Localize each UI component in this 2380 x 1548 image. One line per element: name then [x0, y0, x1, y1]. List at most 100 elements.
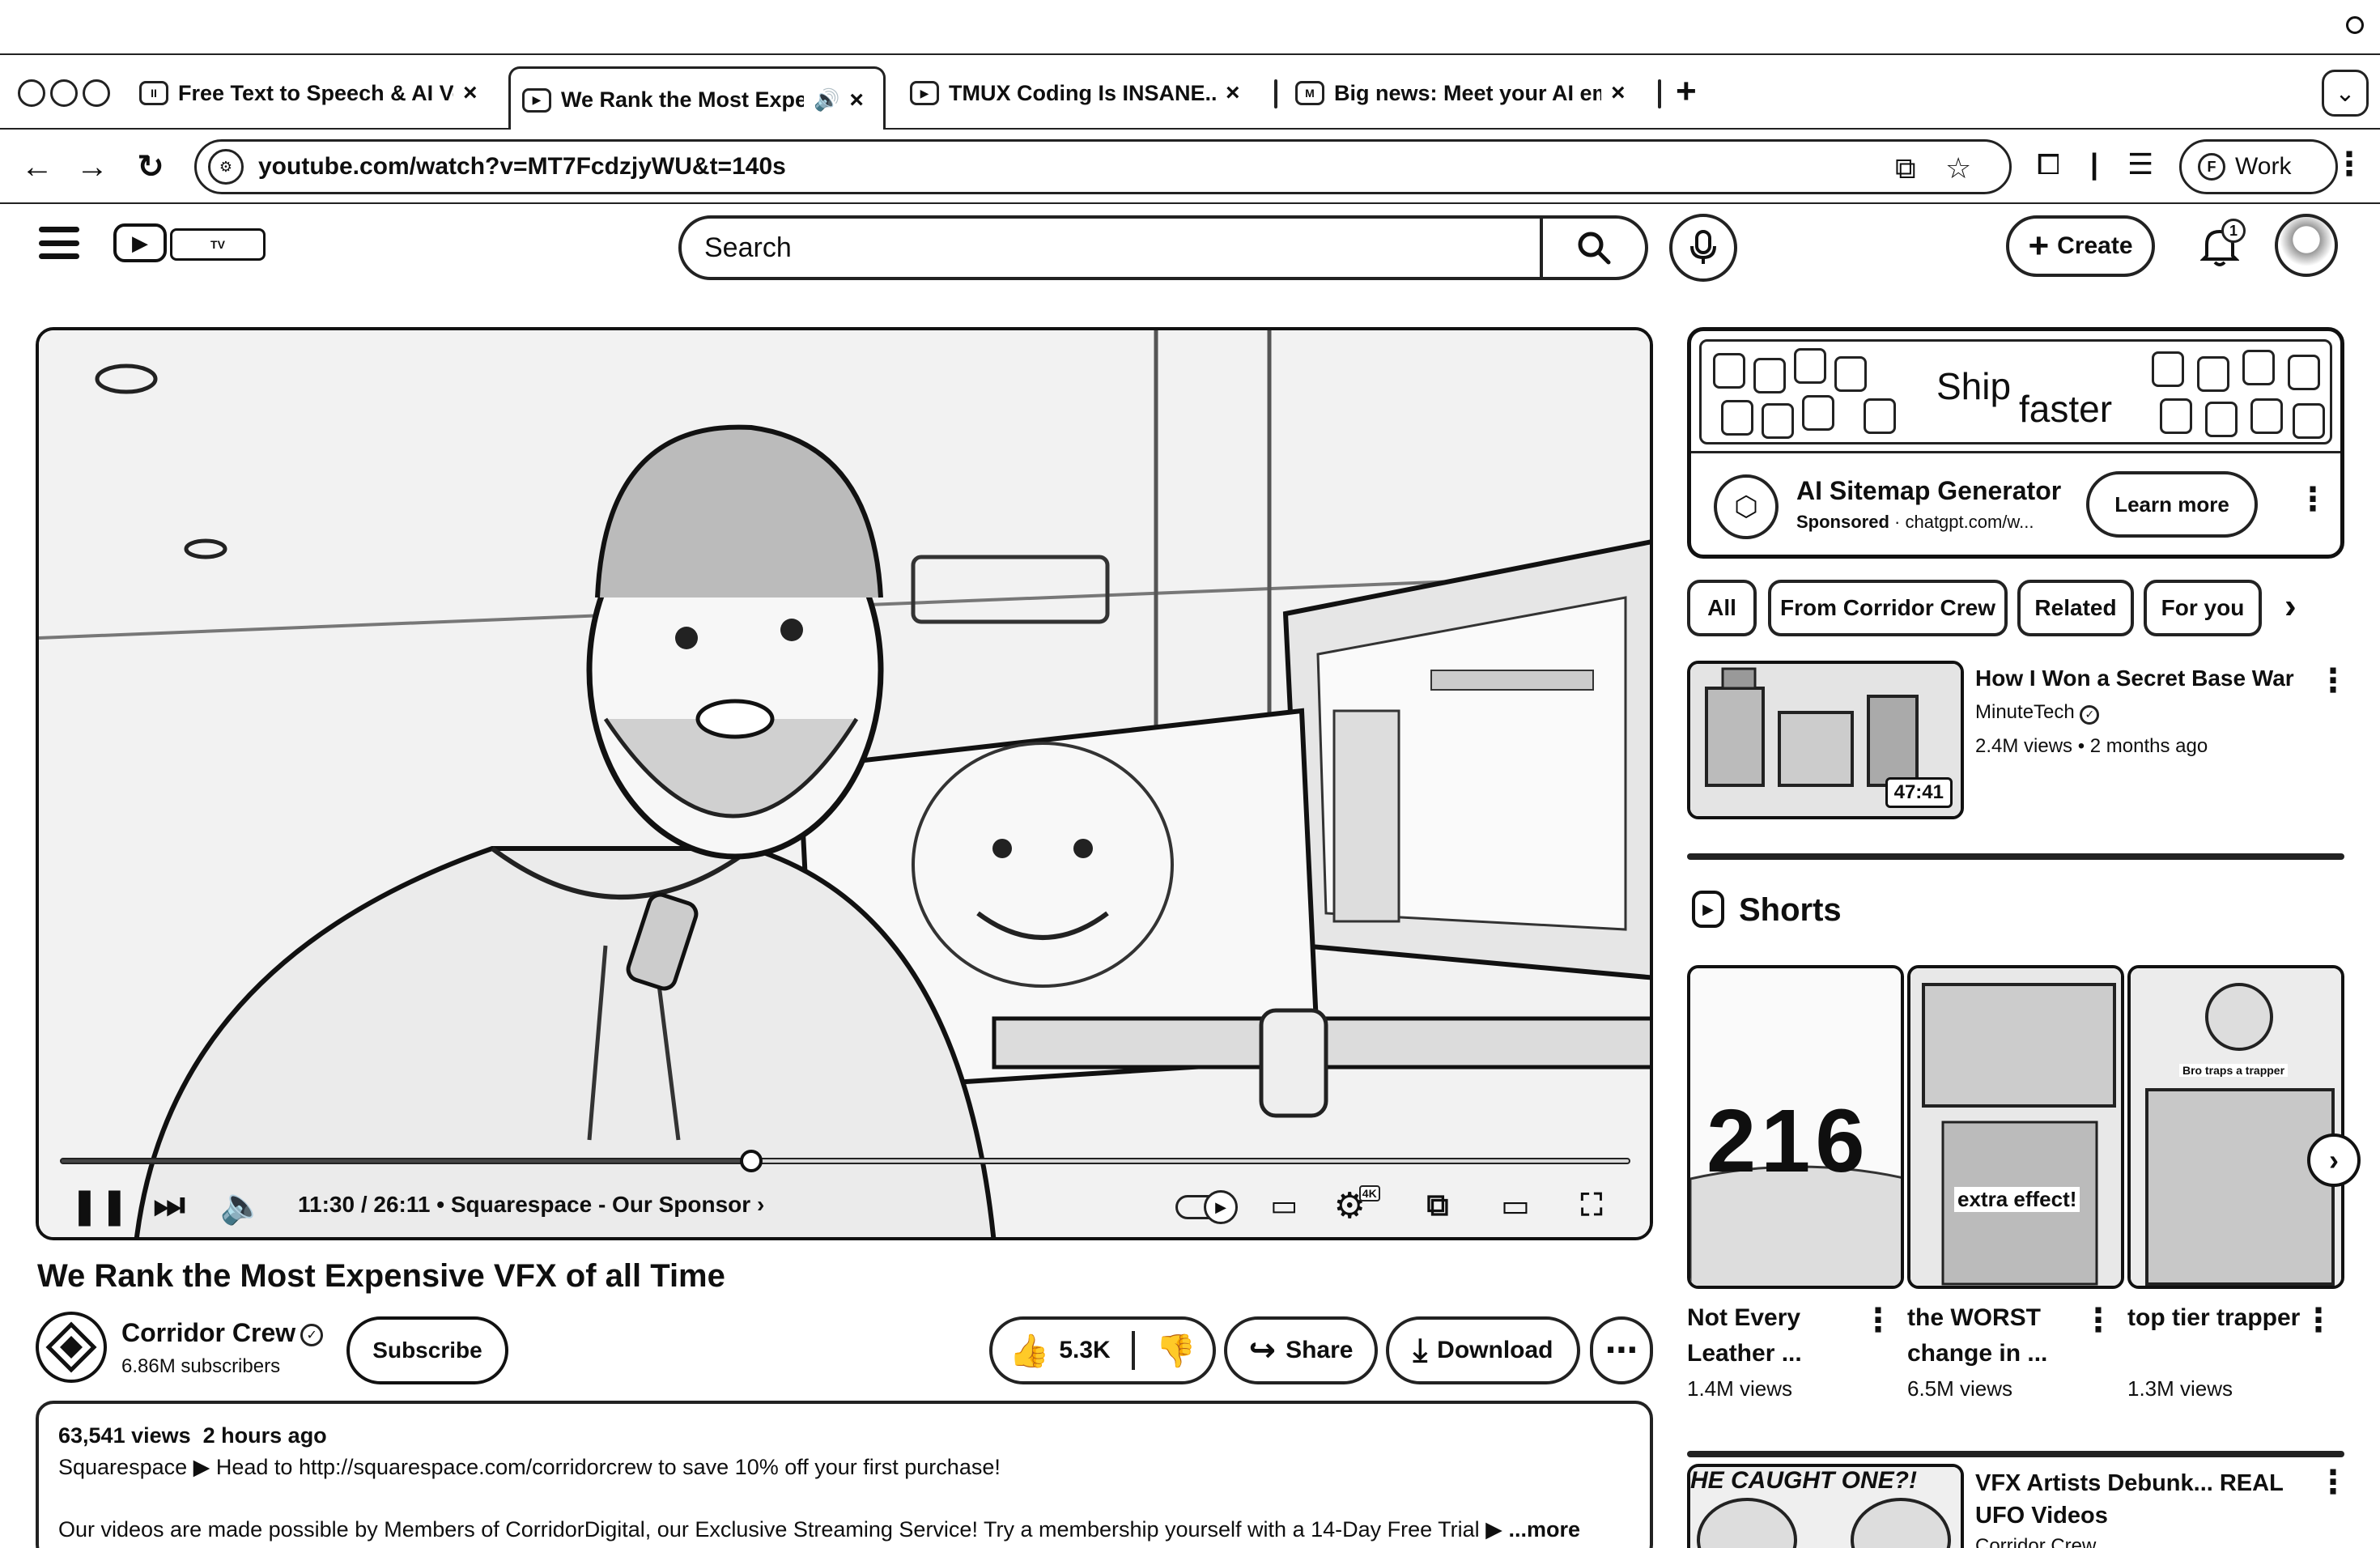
- window-minimize-button[interactable]: [50, 79, 78, 107]
- video-menu-kebab-icon[interactable]: ⋮: [2317, 1464, 2349, 1501]
- reload-icon[interactable]: ↻: [130, 146, 172, 188]
- video-scrubber-handle[interactable]: [739, 1150, 763, 1172]
- like-count[interactable]: 5.3K: [1059, 1337, 1110, 1364]
- tab-close-icon[interactable]: ×: [1611, 79, 1626, 107]
- short-thumbnail[interactable]: Bro traps a trapper: [2127, 965, 2344, 1289]
- chip-from-corridor-crew[interactable]: From Corridor Crew: [1768, 580, 2008, 636]
- short-title[interactable]: top tier trapper: [2127, 1300, 2306, 1336]
- short-overlay-text: Bro traps a trapper: [2179, 1064, 2289, 1077]
- new-tab-plus-icon[interactable]: +: [1676, 71, 1697, 112]
- window-top-strip: [0, 0, 2380, 53]
- short-title[interactable]: the WORST change in ...: [1907, 1300, 2085, 1372]
- short-thumbnail[interactable]: extra effect!: [1907, 965, 2124, 1289]
- subscribe-button[interactable]: Subscribe: [346, 1316, 508, 1384]
- channel-name[interactable]: Corridor Crew ✓: [121, 1318, 324, 1348]
- recommended-video-title[interactable]: How I Won a Secret Base War: [1975, 666, 2294, 691]
- fullscreen-icon[interactable]: ⛶: [1569, 1185, 1614, 1226]
- download-button[interactable]: ⤓ Download: [1386, 1316, 1580, 1384]
- create-button[interactable]: + Create: [2006, 215, 2155, 277]
- tab-list-chevron-icon[interactable]: ⌄: [2322, 70, 2369, 117]
- share-button[interactable]: ↪ Share: [1224, 1316, 1378, 1384]
- site-info-icon[interactable]: ⚙: [208, 149, 244, 185]
- profile-chip[interactable]: F Work: [2179, 139, 2338, 194]
- miniplayer-icon[interactable]: ⧉: [1415, 1185, 1460, 1226]
- account-avatar[interactable]: [2275, 214, 2338, 277]
- volume-icon[interactable]: 🔈: [220, 1185, 265, 1226]
- show-more-link[interactable]: ...more: [1508, 1517, 1580, 1542]
- chip-all[interactable]: All: [1687, 580, 1757, 636]
- youtube-doodle-logo[interactable]: TV: [170, 228, 266, 261]
- video-menu-kebab-icon[interactable]: ⋮: [2317, 662, 2349, 700]
- autoplay-toggle[interactable]: ▶: [1175, 1190, 1238, 1224]
- back-arrow-icon[interactable]: ←: [16, 146, 58, 188]
- bookmark-star-icon[interactable]: ☆: [1945, 151, 1971, 185]
- ad-info-row: ⬡ AI Sitemap Generator Sponsored · chatg…: [1691, 451, 2340, 555]
- window-maximize-button[interactable]: [83, 79, 110, 107]
- short-menu-kebab-icon[interactable]: ⋮: [1862, 1302, 1894, 1339]
- install-app-icon[interactable]: ⧉: [1895, 151, 1916, 186]
- shorts-next-chevron-icon[interactable]: ›: [2307, 1133, 2361, 1187]
- short-menu-kebab-icon[interactable]: ⋮: [2302, 1302, 2335, 1339]
- ad-cube-logo-icon[interactable]: ⬡: [1714, 474, 1779, 539]
- chip-related[interactable]: Related: [2017, 580, 2134, 636]
- chapter-title[interactable]: • Squarespace - Our Sponsor: [436, 1192, 750, 1217]
- youtube-logo-icon[interactable]: ▶: [113, 223, 167, 262]
- reading-list-icon[interactable]: ☰: [2127, 147, 2153, 181]
- chips-next-chevron-icon[interactable]: ›: [2284, 586, 2297, 627]
- address-bar-url[interactable]: youtube.com/watch?v=MT7FcdzjyWU&t=140s: [258, 153, 786, 181]
- chapter-chevron-icon[interactable]: ›: [757, 1192, 764, 1217]
- ad-banner-faster-text: faster: [2019, 388, 2113, 430]
- forward-arrow-icon[interactable]: →: [71, 146, 113, 188]
- recommended-channel-name[interactable]: MinuteTech: [1975, 701, 2075, 723]
- ad-face-image: [1753, 358, 1786, 393]
- browser-toolbar: ← → ↻ ⚙ youtube.com/watch?v=MT7FcdzjyWU&…: [0, 130, 2380, 204]
- ad-title[interactable]: AI Sitemap Generator: [1796, 476, 2061, 506]
- short-title[interactable]: Not Every Leather ...: [1687, 1300, 1865, 1372]
- search-icon[interactable]: [1543, 215, 1648, 280]
- channel-name-text[interactable]: Corridor Crew: [121, 1318, 295, 1347]
- recommended-video-channel[interactable]: MinuteTech ✓: [1975, 701, 2100, 725]
- theater-mode-icon[interactable]: ▭: [1493, 1185, 1538, 1226]
- subtitles-cc-icon[interactable]: ▭: [1261, 1185, 1307, 1226]
- more-actions-button[interactable]: ⋯: [1590, 1316, 1653, 1384]
- recommended-video-thumbnail[interactable]: 47:41: [1687, 661, 1964, 819]
- pause-icon[interactable]: ❚❚: [70, 1185, 130, 1226]
- dislike-thumbs-down-icon[interactable]: 👎: [1156, 1332, 1196, 1370]
- tab-close-icon[interactable]: ×: [849, 87, 864, 114]
- next-video-icon[interactable]: ⏭: [149, 1185, 189, 1226]
- browser-tab-active-video[interactable]: ▶ We Rank the Most Expensive VFX of all …: [508, 66, 886, 131]
- like-thumbs-up-icon[interactable]: 👍: [1009, 1332, 1050, 1370]
- recommended-video-channel[interactable]: Corridor Crew: [1975, 1535, 2096, 1548]
- guide-menu-icon[interactable]: [39, 227, 79, 259]
- browser-tab-tmux[interactable]: ▶ TMUX Coding Is INSANE... Up ×: [899, 70, 1271, 117]
- address-bar[interactable]: ⚙ youtube.com/watch?v=MT7FcdzjyWU&t=140s…: [194, 139, 2012, 194]
- window-close-button[interactable]: [18, 79, 45, 107]
- video-player[interactable]: ❚❚ ⏭ 🔈 11:30 / 26:11 • Squarespace - Our…: [36, 327, 1653, 1240]
- chip-for-you[interactable]: For you: [2144, 580, 2262, 636]
- tab-close-icon[interactable]: ×: [1226, 79, 1240, 107]
- browser-tab-gmail[interactable]: M Big news: Meet your AI email ×: [1284, 70, 1648, 117]
- video-progress-bar[interactable]: [60, 1150, 1630, 1172]
- sponsored-ad-card[interactable]: Ship faster ⬡ AI Sitemap Generator Spons…: [1687, 327, 2344, 559]
- browser-tab-tts[interactable]: II Free Text to Speech & AI Voice ×: [128, 70, 492, 117]
- extensions-puzzle-icon[interactable]: ⧠: [2037, 147, 2060, 182]
- ad-face-image: [1713, 353, 1745, 389]
- voice-search-mic-icon[interactable]: [1669, 214, 1737, 282]
- short-menu-kebab-icon[interactable]: ⋮: [2082, 1302, 2114, 1339]
- tab-audio-icon[interactable]: 🔊: [814, 87, 839, 113]
- search-input[interactable]: Search: [678, 215, 1543, 280]
- description-sponsor-line[interactable]: Squarespace ▶ Head to http://squarespace…: [58, 1455, 1630, 1480]
- channel-avatar[interactable]: [36, 1312, 107, 1383]
- browser-menu-kebab-icon[interactable]: ⋮: [2333, 146, 2365, 183]
- video-description-box[interactable]: 63,541 views 2 hours ago Squarespace ▶ H…: [36, 1401, 1653, 1548]
- ad-menu-kebab-icon[interactable]: ⋮: [2297, 481, 2329, 518]
- settings-gear-icon[interactable]: ⚙ 4K: [1333, 1185, 1380, 1226]
- short-thumbnail[interactable]: 216: [1687, 965, 1904, 1289]
- recommended-video-title[interactable]: VFX Artists Debunk... REAL UFO Videos: [1975, 1467, 2307, 1532]
- tab-close-icon[interactable]: ×: [463, 79, 478, 107]
- notifications-bell-icon[interactable]: 1: [2194, 219, 2246, 272]
- ad-learn-more-button[interactable]: Learn more: [2086, 471, 2258, 538]
- section-divider: [1687, 1451, 2344, 1457]
- ad-banner-image[interactable]: Ship faster: [1699, 339, 2332, 444]
- recommended-video-thumbnail[interactable]: HE CAUGHT ONE?!: [1687, 1464, 1964, 1548]
